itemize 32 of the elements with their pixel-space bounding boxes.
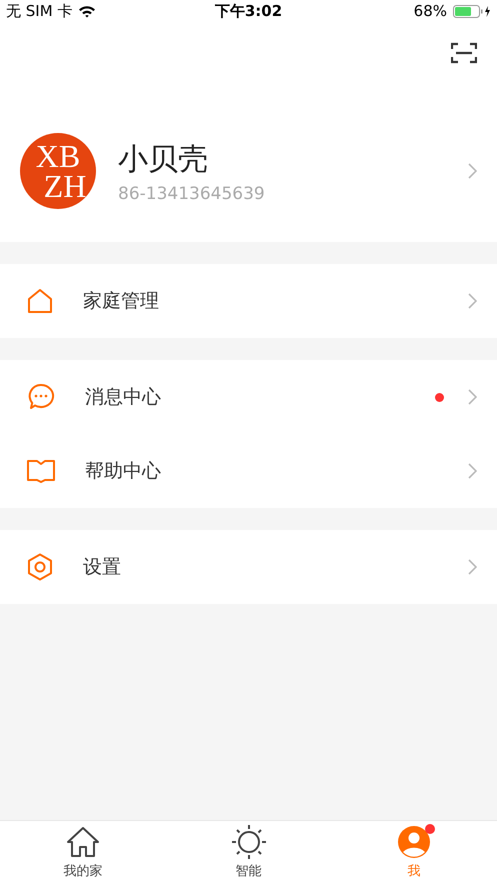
menu-label: 消息中心 — [85, 385, 162, 410]
menu-item[interactable]: 消息中心 — [0, 360, 497, 434]
carrier-text: 无 SIM 卡 — [6, 2, 72, 20]
battery-percent: 68% — [414, 2, 447, 20]
chevron-right-icon — [468, 463, 477, 479]
menu-item[interactable]: 设置 — [0, 530, 497, 604]
menu-label: 家庭管理 — [83, 289, 160, 314]
avatar-monogram: XB — [36, 141, 80, 171]
chevron-right-icon — [468, 559, 477, 575]
phone-number: 86-13413645639 — [118, 184, 266, 204]
chevron-right-icon — [468, 163, 477, 179]
menu-label: 帮助中心 — [85, 459, 162, 484]
clock-text: 下午3:02 — [214, 2, 282, 20]
house-icon — [66, 826, 100, 858]
user-name: 小贝壳 — [118, 140, 209, 178]
user-icon — [397, 825, 432, 859]
book-icon — [27, 459, 55, 483]
house-icon — [27, 288, 53, 314]
menu-item[interactable]: 家庭管理 — [0, 264, 497, 338]
wifi-icon — [78, 4, 96, 18]
menu-label: 设置 — [83, 555, 122, 580]
chat-bubble-icon — [27, 383, 55, 411]
tab[interactable]: 我的家 — [0, 821, 166, 883]
chevron-right-icon — [468, 293, 477, 309]
settings-icon — [27, 553, 53, 581]
menu-item[interactable]: 帮助中心 — [0, 434, 497, 508]
chevron-right-icon — [468, 389, 477, 405]
tab[interactable]: 智能 — [166, 821, 332, 883]
scan-icon[interactable] — [451, 42, 477, 64]
avatar-monogram: ZH — [42, 171, 86, 201]
sun-icon — [230, 824, 266, 860]
battery-charging-icon — [453, 4, 491, 18]
